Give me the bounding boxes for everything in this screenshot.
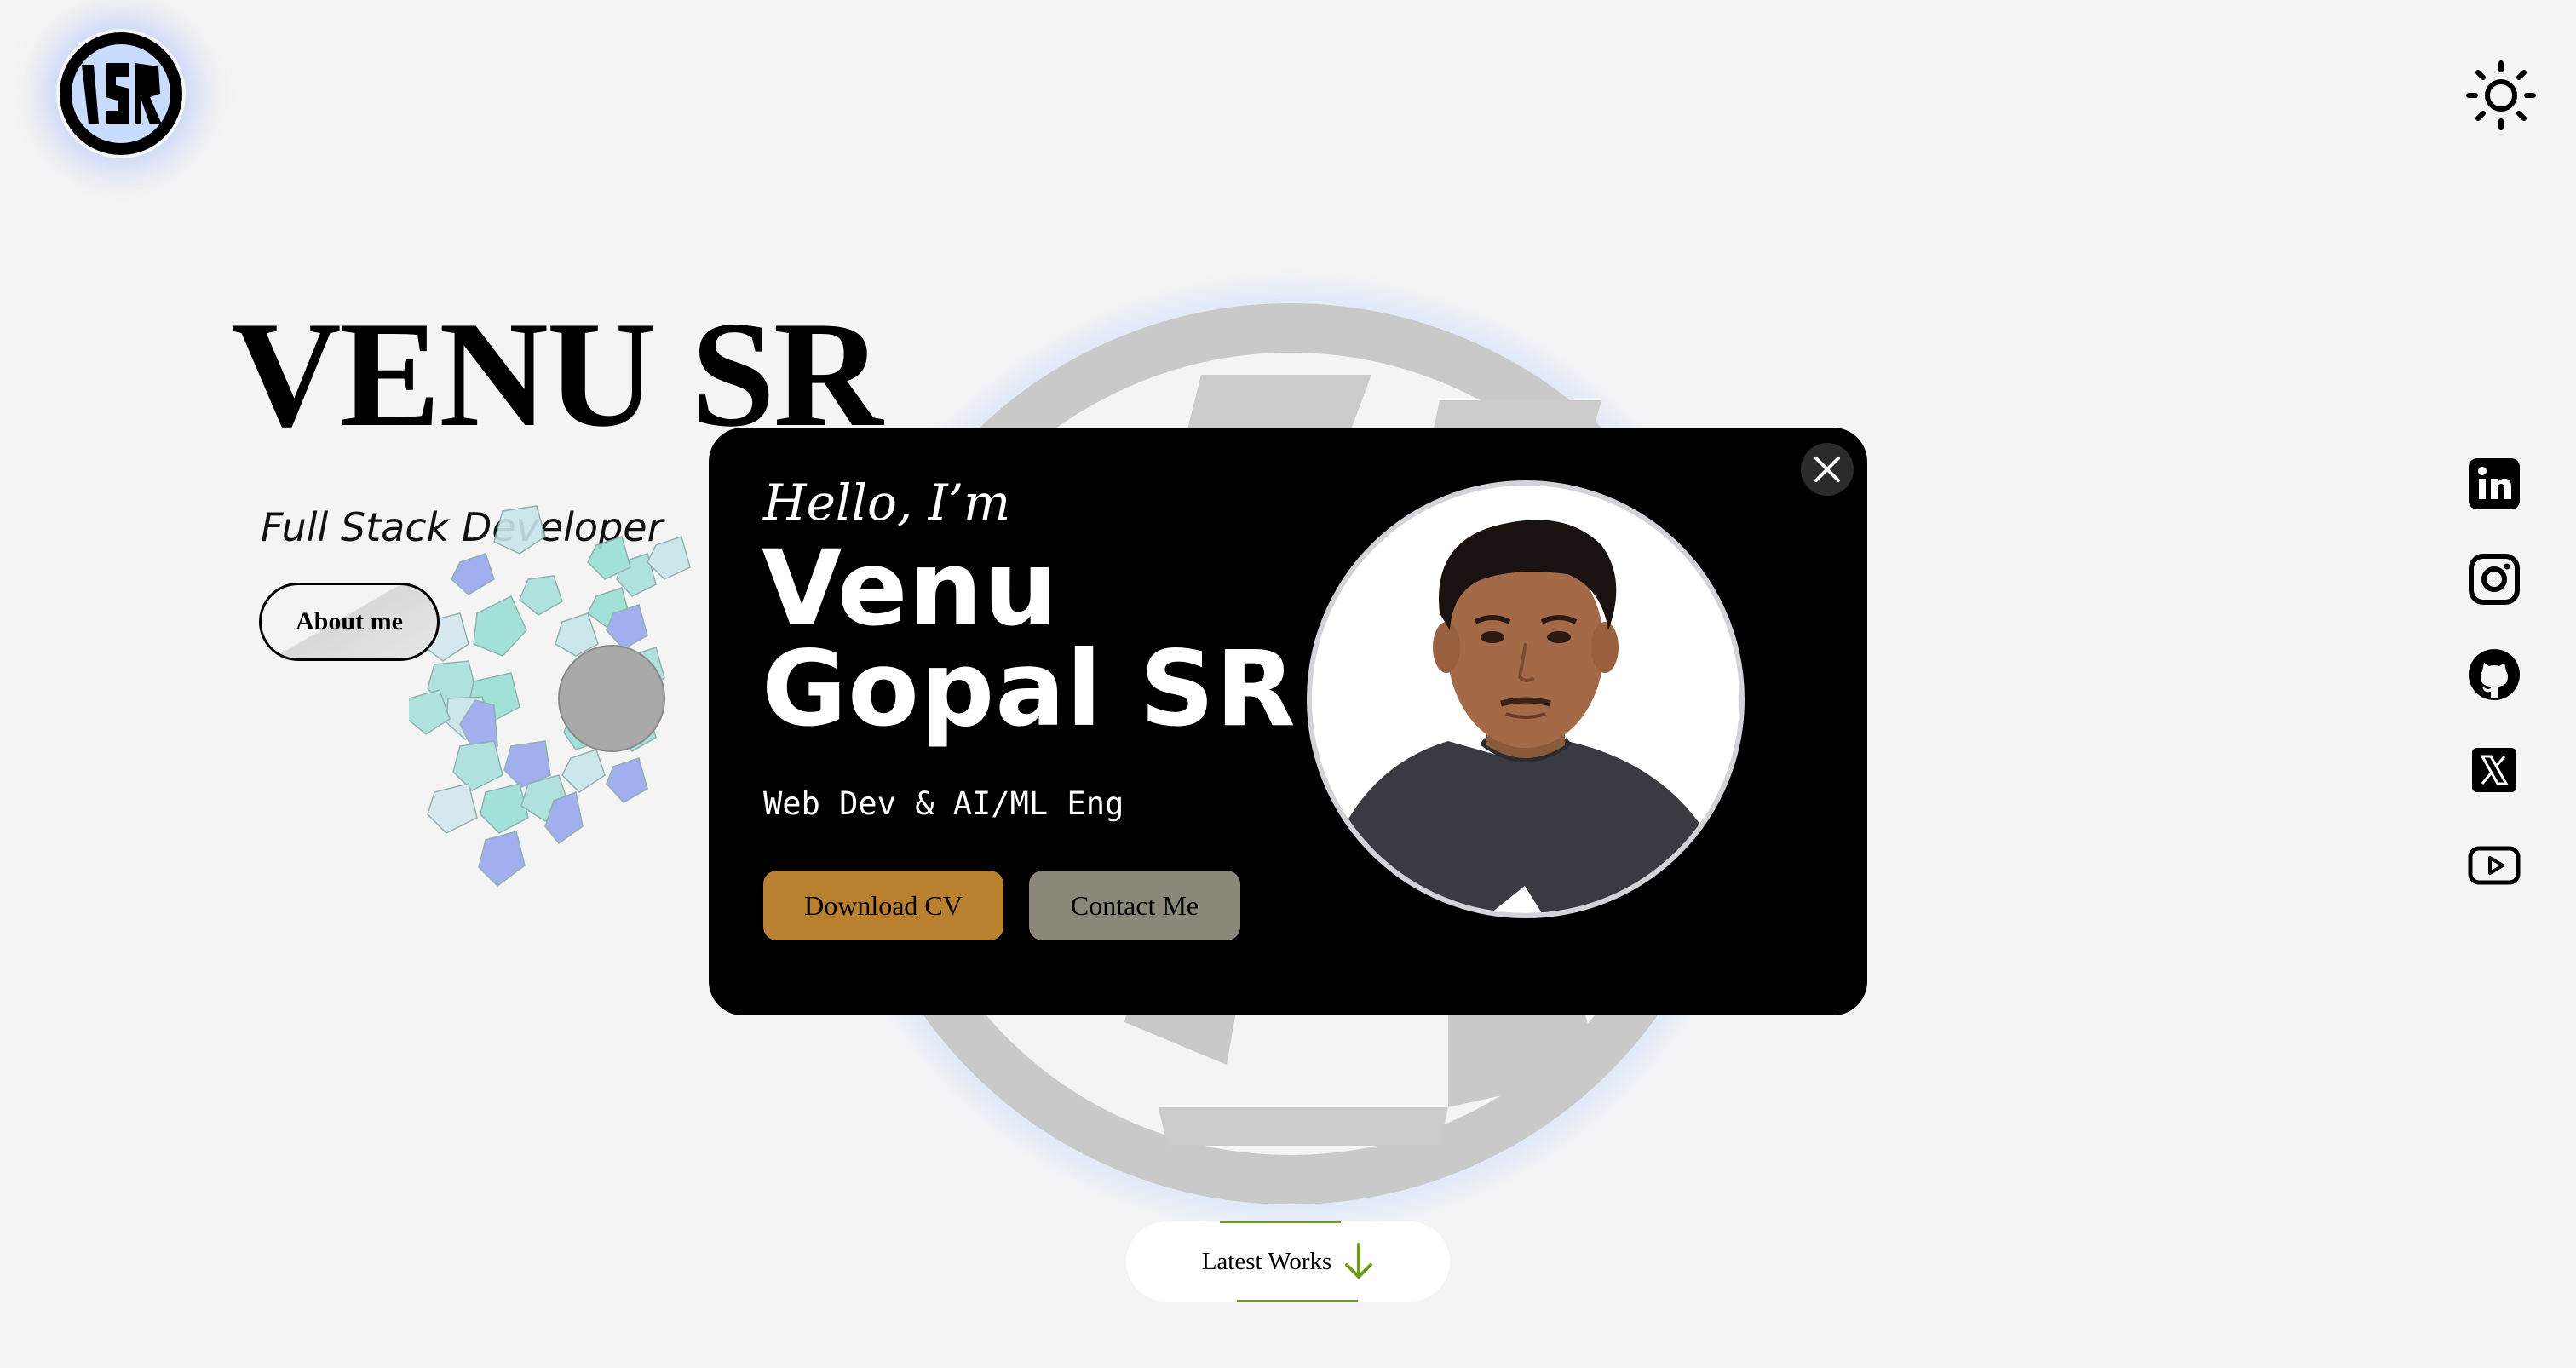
- theme-toggle-button[interactable]: [2465, 60, 2537, 131]
- latest-works-button[interactable]: Latest Works: [1126, 1221, 1450, 1302]
- site-logo[interactable]: [56, 29, 186, 158]
- vsr-logo-icon: [60, 32, 182, 155]
- about-me-button[interactable]: About me: [259, 583, 440, 661]
- instagram-link[interactable]: [2467, 552, 2521, 606]
- github-icon: [2469, 649, 2520, 700]
- modal-tagline: Web Dev & AI/ML Eng: [763, 785, 1124, 822]
- github-link[interactable]: [2467, 647, 2521, 702]
- arrow-down-icon: [1345, 1243, 1373, 1279]
- decorative-polygon-cluster: [409, 505, 691, 887]
- linkedin-icon: [2469, 458, 2520, 509]
- modal-full-name: Venu Gopal SR: [762, 537, 1297, 741]
- accent-line-top: [1220, 1221, 1341, 1223]
- modal-greeting: Hello, I’m: [763, 474, 1011, 532]
- instagram-icon: [2469, 554, 2520, 605]
- profile-portrait: [1312, 486, 1739, 913]
- youtube-link[interactable]: [2467, 838, 2521, 893]
- close-icon: [1814, 457, 1840, 482]
- linkedin-link[interactable]: [2467, 457, 2521, 511]
- modal-close-button[interactable]: [1801, 443, 1854, 496]
- sun-icon: [2466, 60, 2536, 130]
- accent-line-bottom: [1237, 1300, 1358, 1302]
- download-cv-button[interactable]: Download CV: [763, 871, 1003, 940]
- profile-photo: [1307, 480, 1745, 918]
- x-icon: [2472, 748, 2516, 792]
- x-link[interactable]: [2467, 743, 2521, 797]
- youtube-icon: [2468, 846, 2521, 885]
- name-line-2: Gopal SR: [762, 629, 1297, 750]
- latest-works-label: Latest Works: [1201, 1247, 1332, 1275]
- intro-modal: Hello, I’m Venu Gopal SR Web Dev & AI/ML…: [709, 428, 1867, 1015]
- contact-me-button[interactable]: Contact Me: [1029, 871, 1240, 940]
